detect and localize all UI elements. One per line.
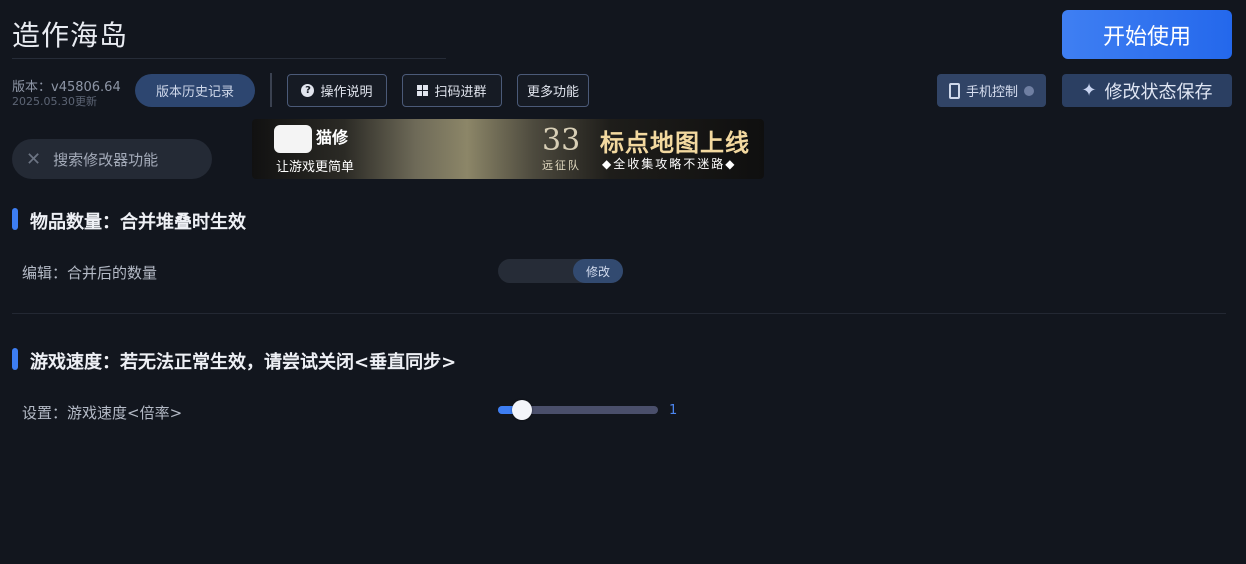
banner-headline: 标点地图上线 <box>600 129 750 157</box>
modify-button[interactable]: 修改 <box>573 259 623 283</box>
slider-thumb[interactable] <box>512 400 532 420</box>
promo-banner[interactable]: 猫修 让游戏更简单 33 远征队 标点地图上线 ◆全收集攻略不迷路◆ <box>252 119 764 179</box>
toolbar-separator <box>270 73 272 107</box>
search-placeholder: 搜索修改器功能 <box>53 150 159 169</box>
section-divider <box>12 313 1226 314</box>
save-state-button[interactable]: ✦ 修改状态保存 <box>1062 74 1232 107</box>
title-divider <box>12 58 446 59</box>
banner-logo <box>274 125 312 153</box>
help-label: 操作说明 <box>320 85 373 100</box>
chevron-circle-icon <box>1024 85 1034 96</box>
question-circle-icon: ? <box>301 84 315 97</box>
sparkle-icon: ✦ <box>1081 80 1097 101</box>
app-title: 造作海岛 <box>12 19 129 52</box>
phone-control-button[interactable]: 手机控制 <box>937 74 1046 107</box>
more-features-button[interactable]: 更多功能 <box>517 74 589 107</box>
item-count-label: 编辑：合并后的数量 <box>22 264 158 282</box>
game-speed-label: 设置：游戏速度<倍率> <box>22 404 183 422</box>
scan-group-button[interactable]: 扫码进群 <box>402 74 502 107</box>
more-label: 更多功能 <box>526 85 579 100</box>
banner-tagline: ◆全收集攻略不迷路◆ <box>602 157 737 171</box>
qr-grid-icon <box>417 85 429 96</box>
game-speed-value: 1 <box>669 403 678 418</box>
phone-icon <box>948 82 960 99</box>
version-history-button[interactable]: 版本历史记录 <box>135 74 255 107</box>
help-button[interactable]: ? 操作说明 <box>287 74 387 107</box>
section-title-game-speed: 游戏速度：若无法正常生效，请尝试关闭<垂直同步> <box>30 352 457 373</box>
section-title-item-count: 物品数量：合并堆叠时生效 <box>30 212 246 233</box>
banner-number: 33 <box>542 123 581 158</box>
banner-brand: 猫修 <box>316 128 349 147</box>
search-input[interactable]: ✕ 搜索修改器功能 <box>12 139 212 179</box>
section-marker <box>12 348 18 370</box>
section-marker <box>12 208 18 230</box>
banner-team: 远征队 <box>542 159 581 172</box>
tools-icon: ✕ <box>26 148 42 170</box>
phone-label: 手机控制 <box>965 85 1018 100</box>
version-date: 2025.05.30更新 <box>12 95 97 108</box>
save-label: 修改状态保存 <box>1104 81 1213 103</box>
banner-slogan: 让游戏更简单 <box>276 160 355 175</box>
start-button[interactable]: 开始使用 <box>1062 10 1232 59</box>
scan-label: 扫码进群 <box>434 85 487 100</box>
